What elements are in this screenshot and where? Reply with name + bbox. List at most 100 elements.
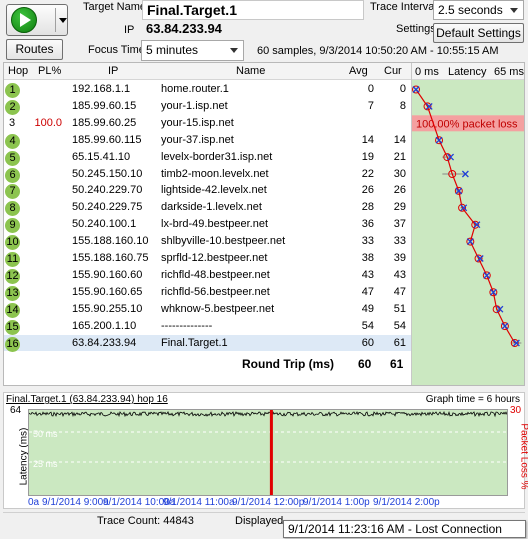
col-hop[interactable]: Hop [8, 65, 28, 77]
round-trip-label: Round Trip (ms) [242, 357, 334, 371]
hop-number: 7 [5, 184, 20, 200]
avg-cell: 49 [361, 302, 374, 315]
hop-number: 14 [5, 302, 20, 318]
play-icon [11, 7, 37, 33]
cur-cell: 43 [393, 268, 406, 281]
name-cell: your-1.isp.net [161, 99, 228, 112]
gridline-label-25: 25 ms [33, 459, 58, 469]
table-row[interactable]: 11 155.188.160.75 sprfld-12.bestpeer.net 38… [4, 250, 411, 267]
name-cell: your-37.isp.net [161, 133, 234, 146]
ip-cell: 155.90.160.65 [72, 285, 143, 298]
focus-time-label: Focus Time [88, 44, 145, 56]
ip-cell: 155.90.255.10 [72, 302, 143, 315]
cur-cell: 47 [393, 285, 406, 298]
history-plot-area[interactable]: 50 ms 25 ms [28, 409, 508, 496]
x-axis-label: 9/1/2014 2:00p [373, 497, 440, 508]
hop-number: 4 [5, 133, 20, 149]
name-cell: richfld-48.bestpeer.net [161, 268, 270, 281]
table-row[interactable]: 7 50.240.229.70 lightside-42.levelx.net 26 2… [4, 182, 411, 200]
table-row[interactable]: 8 50.240.229.75 darkside-1.levelx.net 28 29 [4, 199, 411, 217]
name-cell: sprfld-12.bestpeer.net [161, 252, 268, 264]
table-row[interactable]: 4 185.99.60.115 your-37.isp.net 14 14 [4, 132, 411, 149]
name-cell: levelx-border31.isp.net [161, 150, 273, 163]
hop-number: 5 [5, 150, 20, 166]
avg-cell: 60 [361, 336, 374, 349]
avg-cell: 14 [361, 133, 374, 146]
table-row[interactable]: 2 185.99.60.15 your-1.isp.net 7 8 [4, 98, 411, 115]
table-row[interactable]: 14 155.90.255.10 whknow-5.bestpeer.net 49 51 [4, 301, 411, 318]
cur-cell: 37 [393, 218, 406, 231]
name-cell: home.router.1 [161, 83, 229, 95]
packet-loss-cell: 100.0 [34, 116, 62, 129]
col-avg[interactable]: Avg [349, 65, 368, 77]
col-pl[interactable]: PL% [38, 65, 61, 77]
hop-number: 1 [5, 83, 20, 98]
table-row[interactable]: 10 155.188.160.10 shlbyville-10.bestpeer.n… [4, 233, 411, 251]
samples-info: 60 samples, 9/3/2014 10:50:20 AM - 10:55… [257, 45, 499, 57]
table-row[interactable]: 3 100.0 185.99.60.25 your-15.isp.net [4, 115, 411, 132]
table-header: Hop PL% IP Name Avg Cur [4, 63, 411, 80]
hop-number: 16 [5, 336, 20, 352]
graph-time-label[interactable]: Graph time = 6 hours [426, 394, 520, 405]
table-row[interactable]: 9 50.240.100.1 lx-brd-49.bestpeer.net 36 37 [4, 216, 411, 234]
target-name-label: Target Name [83, 1, 146, 13]
lost-connection-marker[interactable] [269, 410, 273, 496]
history-plot [29, 410, 507, 496]
hop-number: 13 [5, 285, 20, 301]
avg-cell: 28 [361, 201, 374, 214]
hop-number: 2 [5, 99, 20, 115]
latency-plot: 100.00% packet loss [412, 85, 524, 347]
ip-cell: 165.200.1.10 [72, 319, 137, 332]
ip-cell: 185.99.60.115 [72, 133, 142, 146]
table-row[interactable]: 6 50.245.150.10 timb2-moon.levelx.net 22 30 [4, 166, 411, 183]
col-cur[interactable]: Cur [384, 65, 402, 77]
chevron-down-icon[interactable] [59, 18, 67, 23]
routes-button[interactable]: Routes [6, 39, 63, 60]
graph-title[interactable]: Final.Target.1 (63.84.233.94) hop 16 [6, 394, 168, 405]
avg-cell: 36 [361, 218, 374, 231]
ip-value: 63.84.233.94 [146, 21, 222, 36]
table-row[interactable]: 16 63.84.233.94 Final.Target.1 60 61 [4, 334, 411, 352]
packet-loss-text: 100.00% packet loss [416, 118, 518, 130]
trace-interval-select[interactable]: 2.5 seconds [433, 0, 524, 20]
cur-cell: 39 [393, 252, 406, 264]
y-left-max: 64 [10, 405, 22, 416]
start-trace-button[interactable] [6, 4, 68, 36]
hop-number: 10 [5, 235, 20, 251]
default-settings-button[interactable]: Default Settings [433, 23, 524, 43]
table-row[interactable]: 12 155.90.160.60 richfld-48.bestpeer.net 43… [4, 267, 411, 284]
round-trip-avg: 60 [358, 357, 372, 371]
ip-cell: 50.240.229.70 [72, 184, 143, 197]
table-row[interactable]: 15 165.200.1.10 -------------- 54 54 [4, 318, 411, 335]
ip-cell: 50.240.229.75 [72, 201, 143, 214]
cur-cell: 61 [393, 336, 406, 349]
cur-cell: 51 [393, 302, 406, 315]
name-cell: Final.Target.1 [161, 336, 228, 349]
hop-number: 3 [9, 116, 16, 129]
focus-time-select[interactable]: 5 minutes [141, 40, 244, 61]
table-row[interactable]: 13 155.90.160.65 richfld-56.bestpeer.net 47… [4, 284, 411, 301]
latency-chart: 0 ms Latency 65 ms 100.00% packet loss [411, 63, 524, 385]
ip-cell: 155.188.160.10 [72, 235, 149, 248]
cur-cell: 14 [393, 133, 406, 146]
name-cell: lightside-42.levelx.net [161, 184, 267, 197]
col-ip[interactable]: IP [108, 65, 118, 77]
hop-number: 6 [5, 167, 20, 183]
name-cell: whknow-5.bestpeer.net [161, 302, 275, 315]
target-name-field[interactable]: Final.Target.1 [142, 0, 364, 20]
latency-cur-point [483, 271, 491, 279]
cur-cell: 8 [399, 99, 406, 112]
name-cell: lx-brd-49.bestpeer.net [161, 218, 269, 231]
ip-cell: 155.188.160.75 [72, 252, 149, 264]
table-row[interactable]: 1 192.168.1.1 home.router.1 0 0 [4, 81, 411, 98]
latency-cur-point [435, 136, 443, 144]
name-cell: timb2-moon.levelx.net [161, 167, 269, 180]
cur-cell: 33 [393, 235, 406, 248]
round-trip-row: Round Trip (ms) 60 61 [4, 354, 411, 374]
col-name[interactable]: Name [236, 65, 265, 77]
table-row[interactable]: 5 65.15.41.10 levelx-border31.isp.net 19 21 [4, 149, 411, 166]
y-right-axis-label: Packet Loss % [518, 423, 528, 489]
chevron-down-icon [230, 48, 238, 53]
ip-cell: 50.245.150.10 [72, 167, 143, 180]
avg-cell: 19 [361, 150, 374, 163]
